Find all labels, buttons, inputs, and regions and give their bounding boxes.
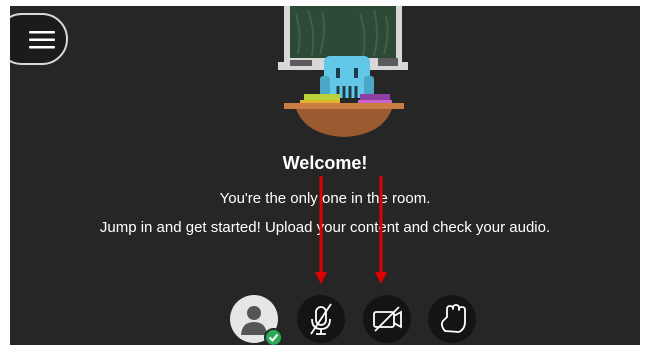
raise-hand-icon xyxy=(440,304,466,333)
raise-hand-button[interactable] xyxy=(428,295,476,343)
menu-button[interactable] xyxy=(10,13,68,65)
microphone-off-icon xyxy=(310,303,332,335)
welcome-instructions: Jump in and get started! Upload your con… xyxy=(99,219,551,236)
session-controls xyxy=(10,291,640,345)
hamburger-menu-icon xyxy=(29,31,55,49)
my-status-button[interactable] xyxy=(230,295,283,345)
microphone-button[interactable] xyxy=(297,295,345,343)
camera-off-icon xyxy=(373,306,402,332)
welcome-subtitle: You're the only one in the room. xyxy=(219,190,431,207)
camera-button[interactable] xyxy=(363,295,411,343)
session-stage: Welcome! You're the only one in the room… xyxy=(10,6,640,345)
welcome-title: Welcome! xyxy=(282,153,368,173)
classroom-illustration xyxy=(278,6,408,137)
checkmark-icon xyxy=(268,333,279,342)
status-badge xyxy=(264,328,283,345)
